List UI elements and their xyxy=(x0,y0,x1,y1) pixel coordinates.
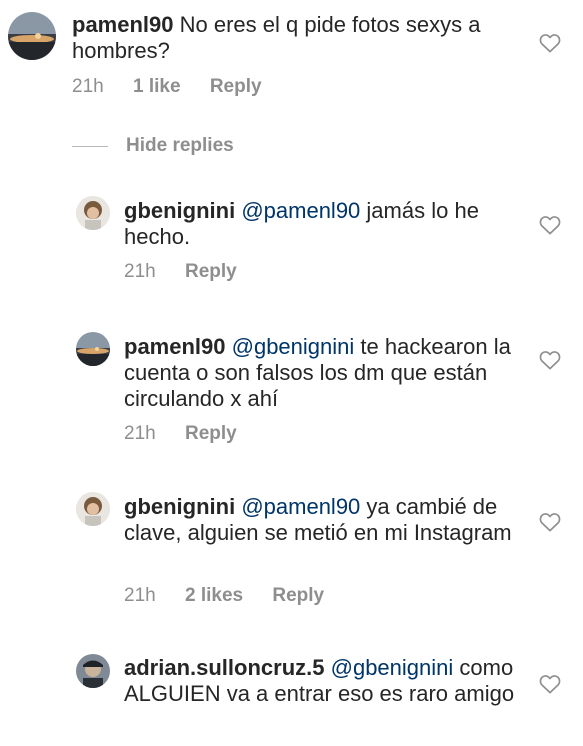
heart-outline-icon[interactable] xyxy=(539,512,561,532)
timestamp: 21h xyxy=(72,76,104,97)
avatar[interactable] xyxy=(76,332,110,366)
mention-link[interactable]: @gbenignini xyxy=(232,334,355,359)
likes-count-button[interactable]: 2 likes xyxy=(185,585,243,606)
reply-button[interactable]: Reply xyxy=(185,261,237,282)
likes-count-button[interactable]: 1 like xyxy=(133,76,181,97)
comment-meta: 21h 1 like Reply xyxy=(72,76,286,98)
username-link[interactable]: adrian.sulloncruz.5 xyxy=(124,655,325,680)
heart-outline-icon[interactable] xyxy=(539,215,561,235)
username-link[interactable]: pamenl90 xyxy=(124,334,226,359)
avatar[interactable] xyxy=(76,196,110,230)
heart-outline-icon[interactable] xyxy=(539,674,561,694)
comment-meta: 21h Reply xyxy=(124,423,261,445)
comment-body: adrian.sulloncruz.5 @gbenignini como ALG… xyxy=(124,655,524,707)
hide-replies-button[interactable]: Hide replies xyxy=(126,135,234,157)
divider xyxy=(72,145,108,147)
comment-body: gbenignini @pamenl90 jamás lo he hecho. xyxy=(124,198,524,250)
heart-outline-icon[interactable] xyxy=(539,33,561,53)
timestamp: 21h xyxy=(124,261,156,282)
mention-link[interactable]: @pamenl90 xyxy=(241,494,360,519)
username-link[interactable]: gbenignini xyxy=(124,494,235,519)
comment-body: gbenignini @pamenl90 ya cambié de clave,… xyxy=(124,494,524,546)
hide-replies-row[interactable]: Hide replies xyxy=(72,132,234,160)
comment-body: pamenl90 No eres el q pide fotos sexys a… xyxy=(72,12,522,64)
heart-outline-icon[interactable] xyxy=(539,350,561,370)
reply-button[interactable]: Reply xyxy=(185,423,237,444)
username-link[interactable]: gbenignini xyxy=(124,198,235,223)
username-link[interactable]: pamenl90 xyxy=(72,12,174,37)
avatar[interactable] xyxy=(76,654,110,688)
reply-button[interactable]: Reply xyxy=(210,76,262,97)
mention-link[interactable]: @pamenl90 xyxy=(241,198,360,223)
comment-body: pamenl90 @gbenignini te hackearon la cue… xyxy=(124,334,524,412)
comment-meta: 21h Reply xyxy=(124,261,261,283)
avatar[interactable] xyxy=(76,492,110,526)
reply-button[interactable]: Reply xyxy=(272,585,324,606)
mention-link[interactable]: @gbenignini xyxy=(331,655,454,680)
timestamp: 21h xyxy=(124,585,156,606)
avatar[interactable] xyxy=(8,12,56,60)
timestamp: 21h xyxy=(124,423,156,444)
comment-meta: 21h 2 likes Reply xyxy=(124,585,348,607)
